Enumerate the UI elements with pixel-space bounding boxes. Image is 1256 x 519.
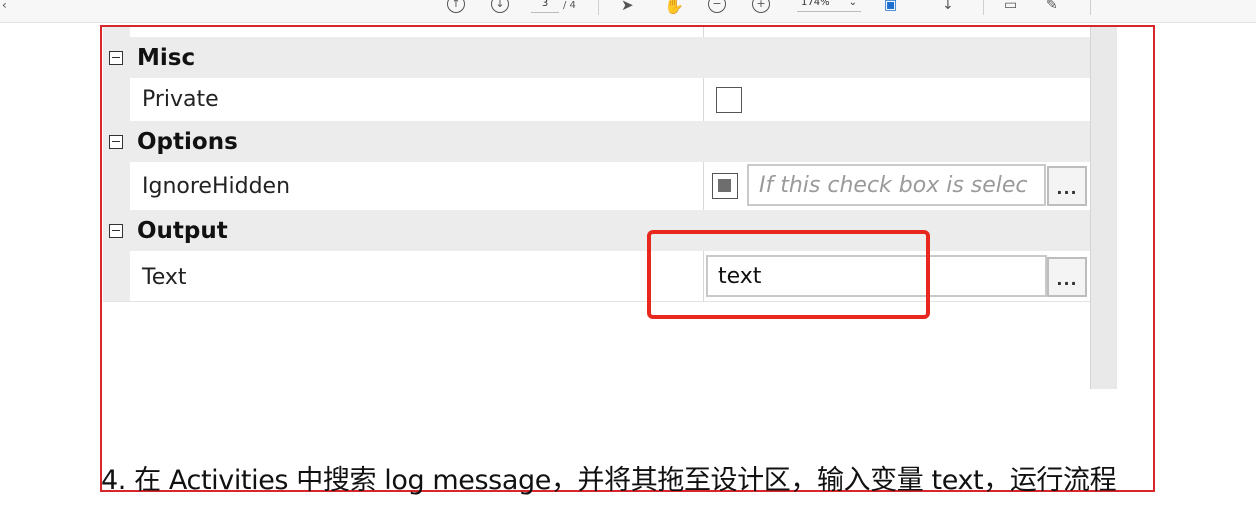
hand-tool-icon[interactable]: ✋	[664, 0, 684, 15]
page-up-icon[interactable]: ↑	[447, 0, 465, 13]
document-frame	[100, 25, 1155, 492]
select-cursor-icon[interactable]: ➤	[621, 0, 634, 15]
back-icon[interactable]: ‹	[2, 0, 7, 15]
zoom-in-icon[interactable]: +	[752, 0, 770, 13]
fit-page-icon[interactable]: ▣	[884, 0, 897, 15]
chevron-down-icon: ⌄	[848, 0, 857, 8]
highlight-icon[interactable]: ✎	[1046, 0, 1058, 15]
page-down-icon[interactable]: ↓	[491, 0, 509, 13]
page-current[interactable]: 3	[542, 0, 548, 9]
comment-icon[interactable]: ▭	[1004, 0, 1017, 15]
page-total: / 4	[563, 0, 576, 11]
pdf-toolbar: ‹ ↑ ↓ 3 / 4 ➤ ✋ − + 174% ⌄ ▣ ↓ ▭ ✎	[0, 0, 1256, 23]
page-number-input[interactable]: 3	[531, 0, 559, 13]
zoom-value: 174%	[801, 0, 830, 8]
scroll-icon[interactable]: ↓	[942, 0, 954, 15]
toolbar-divider	[1090, 0, 1091, 15]
zoom-select[interactable]: 174% ⌄	[797, 0, 861, 12]
toolbar-divider	[598, 0, 599, 15]
zoom-out-icon[interactable]: −	[708, 0, 726, 13]
toolbar-divider	[983, 0, 984, 15]
instruction-text: 4. 在 Activities 中搜索 log message，并将其拖至设计区…	[101, 465, 1117, 496]
